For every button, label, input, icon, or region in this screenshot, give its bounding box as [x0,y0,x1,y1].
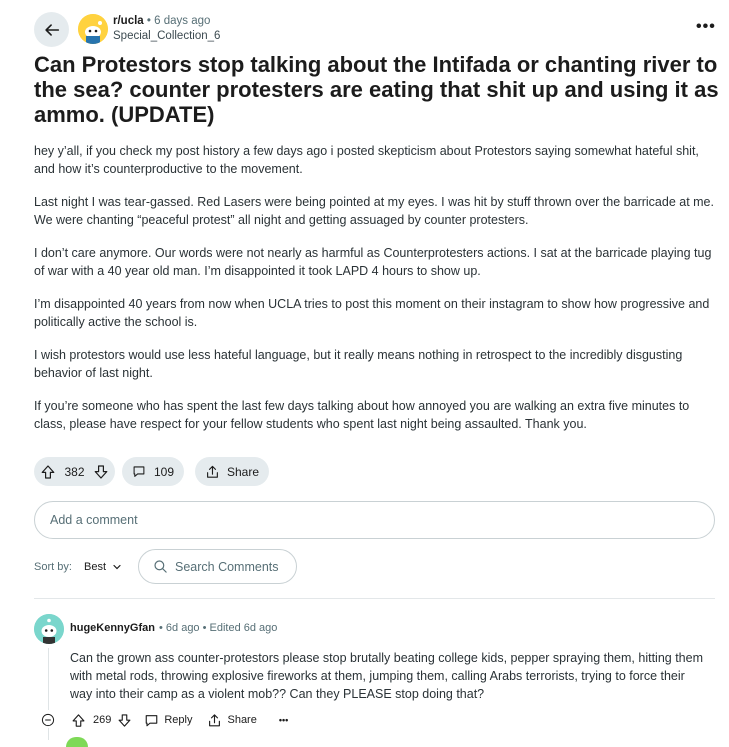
comment-share-label: Share [227,714,257,726]
post-paragraph: I don’t care anymore. Our words were not… [34,246,712,278]
search-icon [154,560,167,573]
share-label: Share [226,464,259,479]
comment-share-button[interactable]: Share [207,713,257,728]
subreddit-avatar-icon [78,14,108,44]
share-button[interactable]: Share [195,457,269,486]
thread-line[interactable] [48,728,49,740]
add-comment-input[interactable]: Add a comment [34,501,715,539]
post-paragraph: hey y’all, if you check my post history … [34,144,699,176]
add-comment-placeholder: Add a comment [50,513,138,527]
vote-pill: 382 [34,457,115,486]
upvote-icon[interactable] [40,464,56,480]
share-icon [209,713,221,726]
comment-bubble-icon [133,466,145,477]
comment-count: 109 [153,464,174,479]
chevron-down-icon [113,564,121,570]
search-comments-input[interactable]: Search Comments [138,549,297,584]
upvote-icon[interactable] [71,713,86,728]
reply-label: Reply [164,714,193,726]
post-author[interactable]: Special_Collection_6 [113,30,220,42]
share-icon [207,465,218,478]
user-avatar-icon [34,614,64,644]
comment-vote-count: 269 [93,714,112,726]
comment-meta: • 6d ago • Edited 6d ago [159,622,278,634]
post-body: hey y’all, if you check my post history … [34,142,719,448]
post-more-options-button[interactable]: ••• [696,18,716,36]
subreddit-avatar[interactable] [78,14,108,44]
subreddit-name[interactable]: r/ucla [113,15,144,27]
collapse-thread-icon[interactable] [40,712,56,728]
comment-actions: 269 Reply Share ••• [40,711,288,729]
avatar[interactable] [66,737,88,747]
reply-button[interactable]: Reply [144,713,192,728]
avatar[interactable] [34,614,64,644]
back-button[interactable] [34,12,69,47]
sort-dropdown[interactable]: Best [84,561,122,573]
post-vote-count: 382 [64,464,85,479]
downvote-icon[interactable] [117,713,132,728]
comment-bubble-icon [146,714,158,726]
post-paragraph: I wish protestors would use less hateful… [34,348,683,380]
post-meta: r/ucla • 6 days ago [113,15,210,27]
post-paragraph: I’m disappointed 40 years from now when … [34,297,710,329]
post-title: Can Protestors stop talking about the In… [34,52,719,127]
post-paragraph: If you’re someone who has spent the last… [34,399,690,431]
comments-button[interactable]: 109 [122,457,184,486]
sort-label: Sort by: [34,561,72,573]
thread-line[interactable] [48,648,49,710]
downvote-icon[interactable] [93,464,109,480]
arrow-left-icon [44,23,59,36]
comment-author[interactable]: hugeKennyGfan [70,622,155,634]
divider [34,598,715,599]
post-age: 6 days ago [154,15,211,27]
comment-more-options-button[interactable]: ••• [279,715,288,725]
search-comments-placeholder: Search Comments [175,559,279,574]
sort-value: Best [84,561,107,573]
comment-body: Can the grown ass counter-protestors ple… [70,651,703,701]
post-paragraph: Last night I was tear-gassed. Red Lasers… [34,195,714,227]
